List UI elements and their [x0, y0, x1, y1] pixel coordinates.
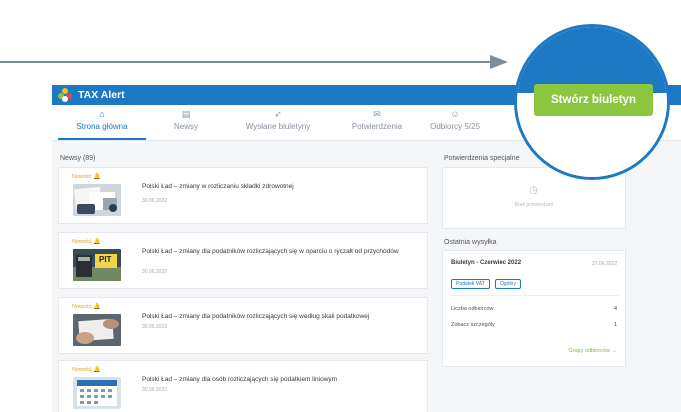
news-title: Polski Ład – zmiany dla osób rozliczając… — [142, 376, 338, 383]
envelope-icon: ✉ — [373, 109, 381, 119]
tag-chip[interactable]: Ogólny — [495, 279, 521, 289]
news-title: Polski Ład – zmiany dla podatników rozli… — [142, 313, 370, 320]
news-title: Polski Ład – zmiany dla podatników rozli… — [142, 248, 399, 255]
special-confirmations-header: Potwierdzenia specjalne — [444, 155, 520, 162]
news-header: Newsy (89) — [60, 155, 96, 162]
recipient-groups-link[interactable]: Grupy odbiorców → — [568, 348, 617, 354]
new-badge: Nowość 🔔 — [72, 303, 101, 310]
bell-icon: 🔔 — [93, 304, 101, 310]
news-thumbnail — [73, 377, 121, 409]
tab-sent-bulletins[interactable]: ➶ Wysłane biuletyny — [228, 109, 328, 131]
magnifier-circle: Stwórz biuletyn — [514, 24, 670, 180]
news-date: 30.06.2022 — [142, 269, 168, 275]
documents-photo — [73, 184, 121, 216]
stat-label: Liczba odbiorców — [451, 306, 494, 312]
news-thumbnail: PIT — [73, 249, 121, 281]
empty-state-text: Brak potwierdzeń — [514, 202, 554, 208]
bell-icon: 🔔 — [93, 174, 101, 180]
tax-alert-logo-icon — [58, 88, 72, 102]
news-card[interactable]: Nowość 🔔 Polski Ład – zmiany dla osób ro… — [58, 360, 428, 412]
news-title: Polski Ład – zmiany w rozliczaniu składk… — [142, 183, 294, 190]
bulletin-date: 27.06.2022 — [591, 261, 617, 267]
tab-label: Odbiorcy 5/25 — [430, 122, 480, 131]
new-badge: Nowość 🔔 — [72, 238, 101, 245]
screenshot-stage: TAX Alert ⌂ Strona główna ▤ Newsy ➶ Wysł… — [0, 0, 681, 412]
divider — [451, 295, 619, 296]
pit-calculator-photo — [73, 249, 121, 281]
new-badge: Nowość 🔔 — [72, 366, 101, 373]
news-thumbnail — [73, 184, 121, 216]
users-icon: ☺ — [450, 109, 460, 119]
home-icon: ⌂ — [99, 109, 105, 119]
bell-icon: 🔔 — [93, 239, 101, 245]
tab-label: Potwierdzenia — [351, 122, 403, 131]
app-title: TAX Alert — [78, 89, 125, 101]
news-thumbnail — [73, 314, 121, 346]
tab-recipients[interactable]: ☺ Odbiorcy 5/25 — [418, 109, 492, 131]
bell-icon: 🔔 — [93, 367, 101, 373]
tab-home[interactable]: ⌂ Strona główna — [58, 109, 146, 131]
create-bulletin-button[interactable]: Stwórz biuletyn — [534, 84, 653, 116]
tab-news[interactable]: ▤ Newsy — [160, 109, 212, 131]
tab-label: Newsy — [173, 122, 198, 131]
new-badge: Nowość 🔔 — [72, 173, 101, 180]
news-card[interactable]: Nowość 🔔 PIT Polski Ład – zmiany dla pod… — [58, 232, 428, 289]
pit-label: PIT — [99, 255, 112, 264]
badge-label: Nowość — [72, 239, 92, 245]
news-date: 30.06.2022 — [142, 198, 168, 204]
stat-label[interactable]: Zobacz szczegóły — [451, 322, 495, 328]
clock-icon: ◷ — [529, 185, 538, 196]
active-tab-indicator — [58, 138, 146, 140]
tab-confirmations[interactable]: ✉ Potwierdzenia — [338, 109, 416, 131]
news-date: 30.06.2022 — [142, 387, 168, 393]
stat-value: 4 — [613, 306, 617, 312]
badge-label: Nowość — [72, 304, 92, 310]
calendar-photo — [73, 377, 121, 409]
pointer-arrow-line — [0, 61, 492, 63]
badge-label: Nowość — [72, 174, 92, 180]
stat-value: 1 — [613, 322, 617, 328]
tab-label: Strona główna — [76, 122, 128, 131]
badge-label: Nowość — [72, 367, 92, 373]
tab-label: Wysłane biuletyny — [245, 122, 311, 131]
last-dispatch-header: Ostatnia wysyłka — [444, 239, 497, 246]
news-date: 30.06.2022 — [142, 324, 168, 330]
bulletin-name[interactable]: Biuletyn - Czerwiec 2022 — [451, 260, 521, 266]
pointer-arrow-head — [490, 55, 508, 69]
paper-plane-icon: ➶ — [274, 109, 282, 119]
last-dispatch-panel: Biuletyn - Czerwiec 2022 27.06.2022 Poda… — [442, 250, 626, 367]
news-card[interactable]: Nowość 🔔 Polski Ład – zmiany w rozliczan… — [58, 167, 428, 224]
tag-chip[interactable]: Podatek VAT — [451, 279, 490, 289]
newspaper-icon: ▤ — [181, 109, 191, 119]
news-card[interactable]: Nowość 🔔 Polski Ład – zmiany dla podatni… — [58, 297, 428, 354]
hands-papers-photo — [73, 314, 121, 346]
